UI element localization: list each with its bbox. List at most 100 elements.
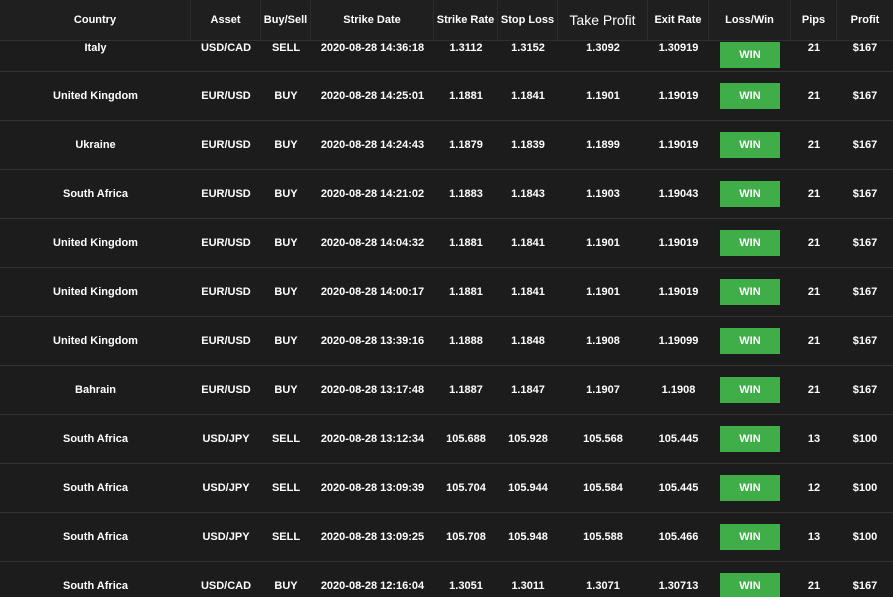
- cell-stop-loss: 1.3152: [498, 41, 558, 72]
- cell-strike-date: 2020-08-28 13:12:34: [311, 415, 434, 464]
- table-row[interactable]: Ukraine EUR/USD BUY 2020-08-28 14:24:43 1.18…: [0, 121, 893, 170]
- cell-profit: $100: [837, 415, 893, 464]
- cell-country: South Africa: [0, 464, 191, 513]
- cell-loss-win: WIN: [709, 219, 791, 268]
- trades-table: Country Asset Buy/Sell Strike Date Strik…: [0, 0, 893, 597]
- cell-pips: 21: [791, 121, 837, 170]
- trades-view: Country Asset Buy/Sell Strike Date Strik…: [0, 0, 893, 597]
- cell-exit-rate: 1.19043: [648, 170, 709, 219]
- cell-pips: 13: [791, 415, 837, 464]
- cell-stop-loss: 105.948: [498, 513, 558, 562]
- cell-country: United Kingdom: [0, 219, 191, 268]
- cell-take-profit: 1.1903: [558, 170, 648, 219]
- cell-exit-rate: 1.30713: [648, 562, 709, 597]
- win-status-badge: WIN: [720, 83, 780, 109]
- cell-exit-rate: 1.1908: [648, 366, 709, 415]
- cell-pips: 12: [791, 464, 837, 513]
- cell-exit-rate: 105.445: [648, 464, 709, 513]
- table-row[interactable]: United Kingdom EUR/USD BUY 2020-08-28 13:39…: [0, 317, 893, 366]
- cell-strike-date: 2020-08-28 14:24:43: [311, 121, 434, 170]
- cell-country: United Kingdom: [0, 268, 191, 317]
- cell-exit-rate: 105.445: [648, 415, 709, 464]
- cell-stop-loss: 1.1839: [498, 121, 558, 170]
- table-row[interactable]: United Kingdom EUR/USD BUY 2020-08-28 14:00…: [0, 268, 893, 317]
- cell-pips: 13: [791, 513, 837, 562]
- cell-profit: $167: [837, 317, 893, 366]
- cell-strike-rate: 1.3112: [434, 41, 498, 72]
- cell-strike-rate: 105.708: [434, 513, 498, 562]
- cell-strike-date: 2020-08-28 12:16:04: [311, 562, 434, 597]
- cell-loss-win: WIN: [709, 268, 791, 317]
- table-row[interactable]: South Africa USD/CAD BUY 2020-08-28 12:16:0…: [0, 562, 893, 597]
- table-row[interactable]: Bahrain EUR/USD BUY 2020-08-28 13:17:48 1.18…: [0, 366, 893, 415]
- table-header: Country Asset Buy/Sell Strike Date Strik…: [0, 0, 893, 41]
- cell-exit-rate: 1.19019: [648, 121, 709, 170]
- cell-strike-rate: 105.704: [434, 464, 498, 513]
- cell-pips: 21: [791, 317, 837, 366]
- cell-strike-date: 2020-08-28 14:25:01: [311, 72, 434, 121]
- cell-buy-sell: BUY: [261, 170, 311, 219]
- header-row: Country Asset Buy/Sell Strike Date Strik…: [0, 0, 893, 41]
- win-status-badge: WIN: [720, 524, 780, 550]
- cell-loss-win: WIN: [709, 170, 791, 219]
- cell-strike-date: 2020-08-28 13:09:39: [311, 464, 434, 513]
- table-row[interactable]: South Africa EUR/USD BUY 2020-08-28 14:21:0…: [0, 170, 893, 219]
- cell-exit-rate: 1.19019: [648, 219, 709, 268]
- table-row[interactable]: South Africa USD/JPY SELL 2020-08-28 13:09:…: [0, 464, 893, 513]
- cell-take-profit: 1.1899: [558, 121, 648, 170]
- table-row[interactable]: South Africa USD/JPY SELL 2020-08-28 13:12:…: [0, 415, 893, 464]
- header-asset[interactable]: Asset: [191, 0, 261, 41]
- cell-loss-win: WIN: [709, 415, 791, 464]
- cell-stop-loss: 1.1847: [498, 366, 558, 415]
- header-strike-rate[interactable]: Strike Rate: [434, 0, 498, 41]
- cell-country: South Africa: [0, 562, 191, 597]
- cell-asset: EUR/USD: [191, 219, 261, 268]
- cell-asset: USD/JPY: [191, 464, 261, 513]
- cell-country: Italy: [0, 41, 191, 72]
- cell-stop-loss: 1.1841: [498, 268, 558, 317]
- cell-take-profit: 1.1901: [558, 219, 648, 268]
- table-row[interactable]: South Africa USD/JPY SELL 2020-08-28 13:09:…: [0, 513, 893, 562]
- cell-buy-sell: BUY: [261, 121, 311, 170]
- win-status-badge: WIN: [720, 279, 780, 305]
- table-row[interactable]: Italy USD/CAD SELL 2020-08-28 14:36:18 1.311…: [0, 41, 893, 72]
- header-buy-sell[interactable]: Buy/Sell: [261, 0, 311, 41]
- table-row[interactable]: United Kingdom EUR/USD BUY 2020-08-28 14:25…: [0, 72, 893, 121]
- cell-strike-rate: 1.1881: [434, 72, 498, 121]
- header-exit-rate[interactable]: Exit Rate: [648, 0, 709, 41]
- cell-stop-loss: 105.944: [498, 464, 558, 513]
- header-take-profit[interactable]: Take Profit: [558, 0, 648, 41]
- header-stop-loss[interactable]: Stop Loss: [498, 0, 558, 41]
- cell-strike-rate: 1.3051: [434, 562, 498, 597]
- cell-strike-rate: 1.1881: [434, 219, 498, 268]
- header-pips[interactable]: Pips: [791, 0, 837, 41]
- cell-take-profit: 105.568: [558, 415, 648, 464]
- cell-country: Bahrain: [0, 366, 191, 415]
- cell-stop-loss: 1.1843: [498, 170, 558, 219]
- cell-asset: EUR/USD: [191, 72, 261, 121]
- cell-strike-rate: 1.1881: [434, 268, 498, 317]
- cell-take-profit: 1.1901: [558, 268, 648, 317]
- header-strike-date[interactable]: Strike Date: [311, 0, 434, 41]
- cell-strike-rate: 1.1883: [434, 170, 498, 219]
- header-profit[interactable]: Profit: [837, 0, 893, 41]
- cell-profit: $167: [837, 268, 893, 317]
- cell-loss-win: WIN: [709, 72, 791, 121]
- cell-take-profit: 1.3092: [558, 41, 648, 72]
- cell-stop-loss: 1.1841: [498, 219, 558, 268]
- cell-strike-date: 2020-08-28 14:04:32: [311, 219, 434, 268]
- cell-strike-date: 2020-08-28 14:00:17: [311, 268, 434, 317]
- table-body: Italy USD/CAD SELL 2020-08-28 14:36:18 1.311…: [0, 41, 893, 597]
- header-loss-win[interactable]: Loss/Win: [709, 0, 791, 41]
- cell-asset: EUR/USD: [191, 317, 261, 366]
- win-status-badge: WIN: [720, 42, 780, 68]
- cell-take-profit: 1.3071: [558, 562, 648, 597]
- win-status-badge: WIN: [720, 132, 780, 158]
- cell-stop-loss: 1.1848: [498, 317, 558, 366]
- cell-country: South Africa: [0, 513, 191, 562]
- cell-asset: USD/JPY: [191, 415, 261, 464]
- table-row[interactable]: United Kingdom EUR/USD BUY 2020-08-28 14:04…: [0, 219, 893, 268]
- cell-profit: $167: [837, 170, 893, 219]
- header-country[interactable]: Country: [0, 0, 191, 41]
- cell-strike-rate: 1.1887: [434, 366, 498, 415]
